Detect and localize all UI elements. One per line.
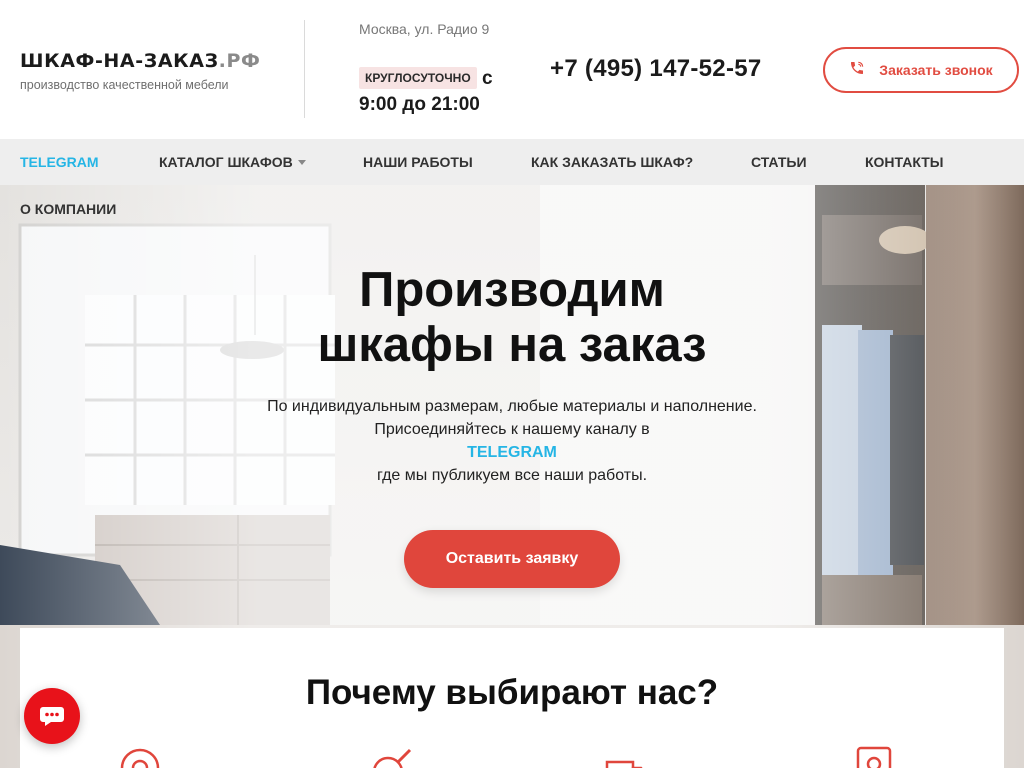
delivery-truck-icon (605, 760, 643, 768)
nav-item-catalog[interactable]: КАТАЛОГ ШКАФОВ (159, 139, 306, 185)
nav-item-telegram[interactable]: TELEGRAM (20, 139, 99, 185)
hours-badge: КРУГЛОСУТОЧНО (359, 67, 477, 89)
logo-title[interactable]: ШКАФ-НА-ЗАКАЗ.РФ (20, 50, 260, 72)
nav-item-about[interactable]: О КОМПАНИИ (20, 201, 116, 217)
why-us-section: Почему выбирают нас? (20, 628, 1004, 768)
hero-description: По индивидуальным размерам, любые матери… (200, 395, 824, 487)
logo-tagline: производство качественной мебели (20, 78, 229, 92)
nav-item-catalog-label: КАТАЛОГ ШКАФОВ (159, 154, 293, 170)
hero-text-line1: По индивидуальным размерам, любые матери… (267, 398, 757, 415)
hero-title-line2: шкафы на заказ (317, 318, 707, 372)
tape-measure-icon (120, 748, 160, 768)
chevron-down-icon (297, 160, 306, 165)
callback-button[interactable]: Заказать звонок (823, 47, 1019, 93)
address: Москва, ул. Радио 9 (359, 21, 490, 37)
logo-main-text: ШКАФ-НА-ЗАКАЗ (20, 50, 219, 72)
nav-item-how-to-order[interactable]: КАК ЗАКАЗАТЬ ШКАФ? (531, 139, 693, 185)
certificate-icon (856, 746, 892, 768)
hero-text-line3: где мы публикуем все наши работы. (376, 467, 648, 484)
phone-icon (849, 60, 865, 81)
chat-icon (40, 707, 64, 726)
logo-tld-text: .РФ (218, 50, 261, 72)
hero-content: Производим шкафы на заказ По индивидуаль… (200, 263, 824, 487)
nav-item-articles[interactable]: СТАТЬИ (751, 139, 807, 185)
frying-pan-icon (373, 748, 412, 768)
nav-item-our-works[interactable]: НАШИ РАБОТЫ (363, 139, 473, 185)
chat-button[interactable] (24, 688, 80, 744)
hero-title-line1: Производим (359, 263, 665, 317)
why-us-title: Почему выбирают нас? (305, 673, 719, 712)
hero-text-line2: Присоединяйтесь к нашему каналу в (374, 421, 650, 438)
nav-item-contacts[interactable]: КОНТАКТЫ (865, 139, 943, 185)
main-nav: TELEGRAM КАТАЛОГ ШКАФОВ НАШИ РАБОТЫ КАК … (0, 139, 1024, 185)
callback-label: Заказать звонок (879, 62, 993, 78)
working-hours: КРУГЛОСУТОЧНО с 9:00 до 21:00 (359, 66, 519, 118)
header-divider (304, 20, 305, 118)
telegram-link[interactable]: TELEGRAM (200, 441, 824, 464)
hero-title: Производим шкафы на заказ (200, 263, 824, 373)
site-header: ШКАФ-НА-ЗАКАЗ.РФ производство качественн… (0, 0, 1024, 139)
phone-number[interactable]: +7 (495) 147-52-57 (550, 55, 762, 83)
leave-request-button[interactable]: Оставить заявку (404, 530, 620, 588)
logo[interactable]: ШКАФ-НА-ЗАКАЗ.РФ производство качественн… (20, 50, 260, 92)
